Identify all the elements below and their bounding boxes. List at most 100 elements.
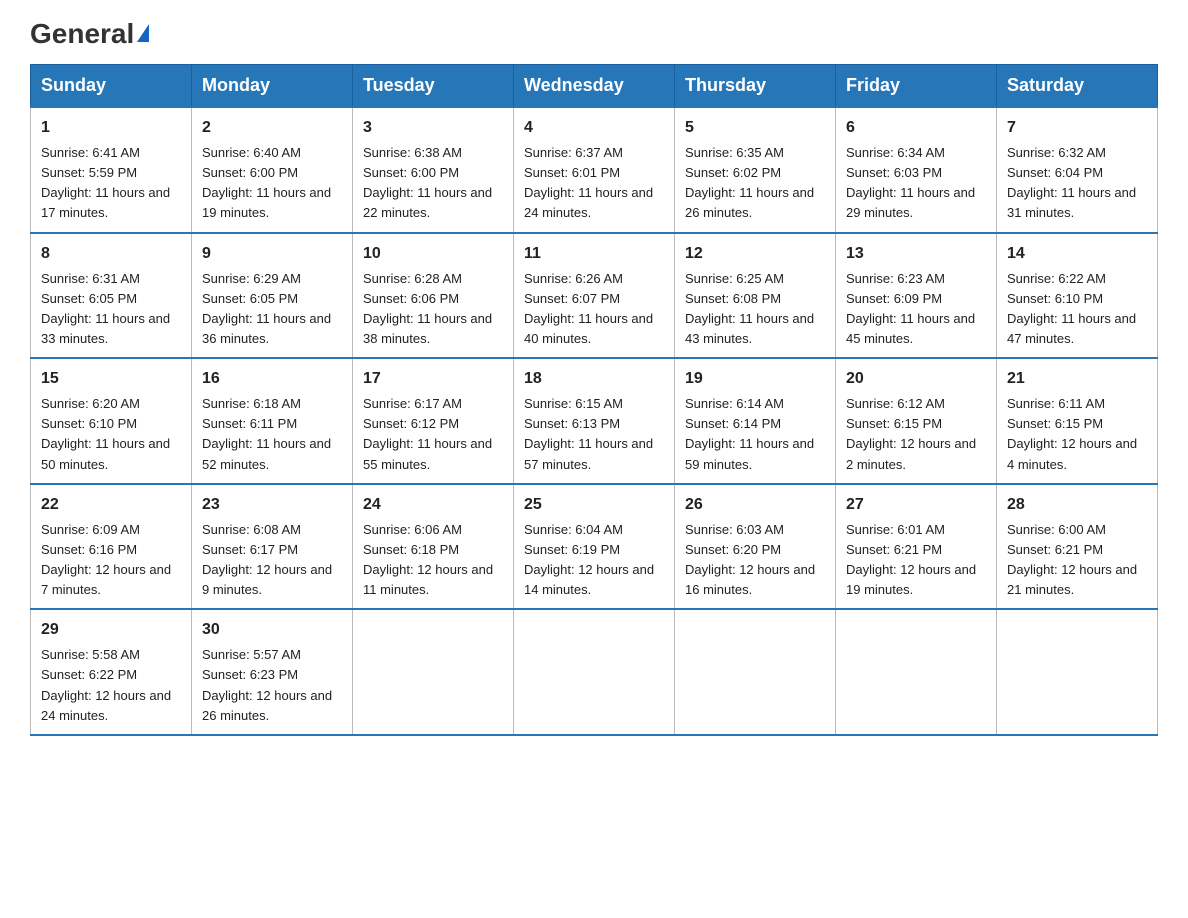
logo: General xyxy=(30,20,149,46)
calendar-cell: 17 Sunrise: 6:17 AMSunset: 6:12 PMDaylig… xyxy=(353,358,514,484)
day-number: 28 xyxy=(1007,493,1147,517)
day-info: Sunrise: 5:57 AMSunset: 6:23 PMDaylight:… xyxy=(202,647,332,722)
weekday-header-sunday: Sunday xyxy=(31,65,192,108)
day-info: Sunrise: 6:41 AMSunset: 5:59 PMDaylight:… xyxy=(41,145,170,220)
day-info: Sunrise: 6:34 AMSunset: 6:03 PMDaylight:… xyxy=(846,145,975,220)
day-number: 27 xyxy=(846,493,986,517)
weekday-header-friday: Friday xyxy=(836,65,997,108)
calendar-cell: 15 Sunrise: 6:20 AMSunset: 6:10 PMDaylig… xyxy=(31,358,192,484)
day-info: Sunrise: 6:09 AMSunset: 6:16 PMDaylight:… xyxy=(41,522,171,597)
weekday-header-row: SundayMondayTuesdayWednesdayThursdayFrid… xyxy=(31,65,1158,108)
day-number: 19 xyxy=(685,367,825,391)
day-number: 3 xyxy=(363,116,503,140)
day-info: Sunrise: 6:23 AMSunset: 6:09 PMDaylight:… xyxy=(846,271,975,346)
day-number: 29 xyxy=(41,618,181,642)
calendar-cell: 8 Sunrise: 6:31 AMSunset: 6:05 PMDayligh… xyxy=(31,233,192,359)
day-number: 6 xyxy=(846,116,986,140)
day-info: Sunrise: 6:11 AMSunset: 6:15 PMDaylight:… xyxy=(1007,396,1137,471)
calendar-cell: 23 Sunrise: 6:08 AMSunset: 6:17 PMDaylig… xyxy=(192,484,353,610)
weekday-header-wednesday: Wednesday xyxy=(514,65,675,108)
day-number: 25 xyxy=(524,493,664,517)
calendar-cell: 3 Sunrise: 6:38 AMSunset: 6:00 PMDayligh… xyxy=(353,107,514,233)
weekday-header-saturday: Saturday xyxy=(997,65,1158,108)
day-info: Sunrise: 6:04 AMSunset: 6:19 PMDaylight:… xyxy=(524,522,654,597)
day-number: 26 xyxy=(685,493,825,517)
calendar-cell: 29 Sunrise: 5:58 AMSunset: 6:22 PMDaylig… xyxy=(31,609,192,735)
calendar-cell: 19 Sunrise: 6:14 AMSunset: 6:14 PMDaylig… xyxy=(675,358,836,484)
day-number: 10 xyxy=(363,242,503,266)
day-number: 9 xyxy=(202,242,342,266)
calendar-cell: 13 Sunrise: 6:23 AMSunset: 6:09 PMDaylig… xyxy=(836,233,997,359)
calendar-cell: 18 Sunrise: 6:15 AMSunset: 6:13 PMDaylig… xyxy=(514,358,675,484)
calendar-cell: 11 Sunrise: 6:26 AMSunset: 6:07 PMDaylig… xyxy=(514,233,675,359)
day-number: 12 xyxy=(685,242,825,266)
calendar-cell: 16 Sunrise: 6:18 AMSunset: 6:11 PMDaylig… xyxy=(192,358,353,484)
calendar-cell xyxy=(997,609,1158,735)
day-info: Sunrise: 6:17 AMSunset: 6:12 PMDaylight:… xyxy=(363,396,492,471)
day-number: 17 xyxy=(363,367,503,391)
day-info: Sunrise: 6:37 AMSunset: 6:01 PMDaylight:… xyxy=(524,145,653,220)
day-number: 1 xyxy=(41,116,181,140)
calendar-cell: 9 Sunrise: 6:29 AMSunset: 6:05 PMDayligh… xyxy=(192,233,353,359)
day-info: Sunrise: 6:03 AMSunset: 6:20 PMDaylight:… xyxy=(685,522,815,597)
day-info: Sunrise: 5:58 AMSunset: 6:22 PMDaylight:… xyxy=(41,647,171,722)
day-number: 22 xyxy=(41,493,181,517)
day-info: Sunrise: 6:22 AMSunset: 6:10 PMDaylight:… xyxy=(1007,271,1136,346)
calendar-cell: 25 Sunrise: 6:04 AMSunset: 6:19 PMDaylig… xyxy=(514,484,675,610)
calendar-week-1: 1 Sunrise: 6:41 AMSunset: 5:59 PMDayligh… xyxy=(31,107,1158,233)
weekday-header-tuesday: Tuesday xyxy=(353,65,514,108)
day-number: 23 xyxy=(202,493,342,517)
day-info: Sunrise: 6:35 AMSunset: 6:02 PMDaylight:… xyxy=(685,145,814,220)
calendar-cell xyxy=(675,609,836,735)
calendar-cell: 14 Sunrise: 6:22 AMSunset: 6:10 PMDaylig… xyxy=(997,233,1158,359)
calendar-cell xyxy=(836,609,997,735)
day-number: 24 xyxy=(363,493,503,517)
day-info: Sunrise: 6:15 AMSunset: 6:13 PMDaylight:… xyxy=(524,396,653,471)
calendar-week-4: 22 Sunrise: 6:09 AMSunset: 6:16 PMDaylig… xyxy=(31,484,1158,610)
calendar-cell xyxy=(514,609,675,735)
calendar-cell: 28 Sunrise: 6:00 AMSunset: 6:21 PMDaylig… xyxy=(997,484,1158,610)
day-number: 20 xyxy=(846,367,986,391)
day-number: 7 xyxy=(1007,116,1147,140)
day-number: 4 xyxy=(524,116,664,140)
calendar-week-2: 8 Sunrise: 6:31 AMSunset: 6:05 PMDayligh… xyxy=(31,233,1158,359)
logo-triangle-icon xyxy=(137,24,149,42)
calendar-cell: 7 Sunrise: 6:32 AMSunset: 6:04 PMDayligh… xyxy=(997,107,1158,233)
calendar-cell: 12 Sunrise: 6:25 AMSunset: 6:08 PMDaylig… xyxy=(675,233,836,359)
day-info: Sunrise: 6:00 AMSunset: 6:21 PMDaylight:… xyxy=(1007,522,1137,597)
day-number: 21 xyxy=(1007,367,1147,391)
day-info: Sunrise: 6:25 AMSunset: 6:08 PMDaylight:… xyxy=(685,271,814,346)
page-header: General xyxy=(30,20,1158,46)
day-info: Sunrise: 6:12 AMSunset: 6:15 PMDaylight:… xyxy=(846,396,976,471)
day-info: Sunrise: 6:06 AMSunset: 6:18 PMDaylight:… xyxy=(363,522,493,597)
calendar-cell: 20 Sunrise: 6:12 AMSunset: 6:15 PMDaylig… xyxy=(836,358,997,484)
day-info: Sunrise: 6:38 AMSunset: 6:00 PMDaylight:… xyxy=(363,145,492,220)
day-number: 15 xyxy=(41,367,181,391)
day-number: 11 xyxy=(524,242,664,266)
calendar-cell: 27 Sunrise: 6:01 AMSunset: 6:21 PMDaylig… xyxy=(836,484,997,610)
day-info: Sunrise: 6:28 AMSunset: 6:06 PMDaylight:… xyxy=(363,271,492,346)
calendar-cell: 10 Sunrise: 6:28 AMSunset: 6:06 PMDaylig… xyxy=(353,233,514,359)
calendar-cell: 26 Sunrise: 6:03 AMSunset: 6:20 PMDaylig… xyxy=(675,484,836,610)
calendar-cell: 4 Sunrise: 6:37 AMSunset: 6:01 PMDayligh… xyxy=(514,107,675,233)
day-info: Sunrise: 6:20 AMSunset: 6:10 PMDaylight:… xyxy=(41,396,170,471)
calendar-table: SundayMondayTuesdayWednesdayThursdayFrid… xyxy=(30,64,1158,736)
calendar-cell: 30 Sunrise: 5:57 AMSunset: 6:23 PMDaylig… xyxy=(192,609,353,735)
day-number: 14 xyxy=(1007,242,1147,266)
day-info: Sunrise: 6:18 AMSunset: 6:11 PMDaylight:… xyxy=(202,396,331,471)
day-number: 8 xyxy=(41,242,181,266)
day-info: Sunrise: 6:31 AMSunset: 6:05 PMDaylight:… xyxy=(41,271,170,346)
day-info: Sunrise: 6:01 AMSunset: 6:21 PMDaylight:… xyxy=(846,522,976,597)
calendar-cell: 2 Sunrise: 6:40 AMSunset: 6:00 PMDayligh… xyxy=(192,107,353,233)
day-info: Sunrise: 6:14 AMSunset: 6:14 PMDaylight:… xyxy=(685,396,814,471)
weekday-header-thursday: Thursday xyxy=(675,65,836,108)
day-info: Sunrise: 6:08 AMSunset: 6:17 PMDaylight:… xyxy=(202,522,332,597)
day-number: 30 xyxy=(202,618,342,642)
calendar-cell: 1 Sunrise: 6:41 AMSunset: 5:59 PMDayligh… xyxy=(31,107,192,233)
day-info: Sunrise: 6:29 AMSunset: 6:05 PMDaylight:… xyxy=(202,271,331,346)
calendar-cell: 5 Sunrise: 6:35 AMSunset: 6:02 PMDayligh… xyxy=(675,107,836,233)
calendar-cell: 21 Sunrise: 6:11 AMSunset: 6:15 PMDaylig… xyxy=(997,358,1158,484)
weekday-header-monday: Monday xyxy=(192,65,353,108)
logo-general: General xyxy=(30,20,134,48)
day-number: 5 xyxy=(685,116,825,140)
